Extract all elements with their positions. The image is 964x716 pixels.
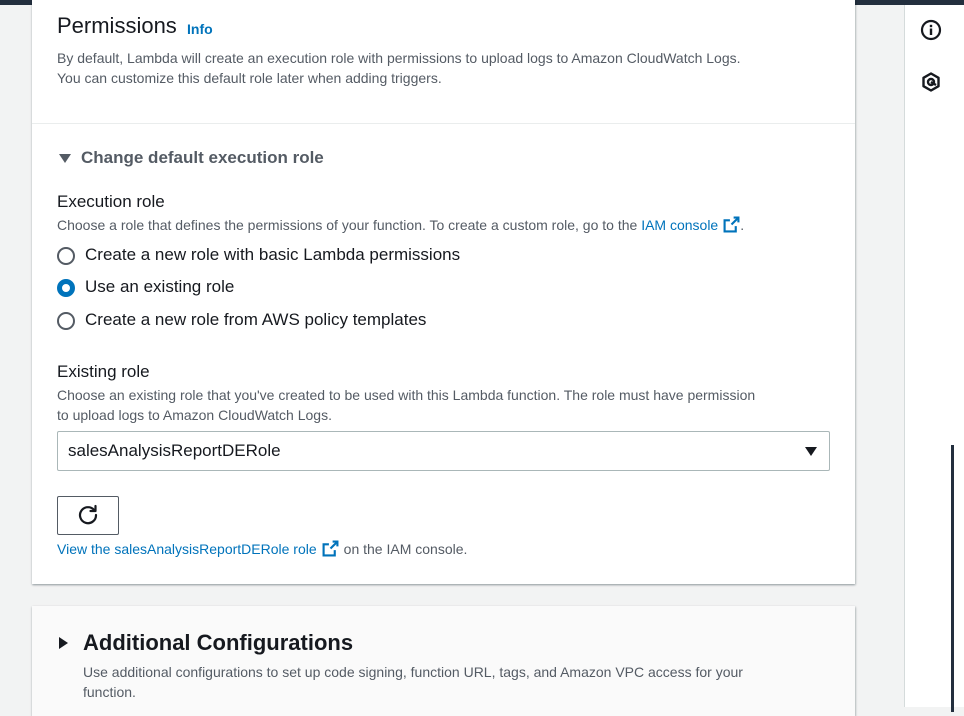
scrollbar-thumb[interactable] [951, 445, 954, 712]
right-help-rail [904, 5, 964, 712]
iam-console-link-text[interactable]: IAM console [641, 217, 718, 233]
permissions-heading: Permissions [57, 13, 177, 38]
radio-label: Use an existing role [85, 277, 235, 296]
refresh-roles-button[interactable] [57, 496, 119, 535]
caret-down-icon [805, 447, 817, 456]
radio-label: Create a new role with basic Lambda perm… [85, 245, 461, 264]
additional-configurations-panel [32, 606, 855, 716]
view-role-link[interactable]: View the salesAnalysisReportDERole role [57, 540, 344, 557]
existing-role-select[interactable]: salesAnalysisReportDERole [57, 431, 830, 471]
execution-role-description-suffix: . [740, 217, 745, 233]
additional-configurations-description-line1: Use additional configurations to set up … [83, 664, 743, 680]
existing-role-select-value: salesAnalysisReportDERole [68, 441, 281, 460]
permissions-description-line2: You can customize this default role late… [57, 70, 442, 86]
section-divider [32, 123, 855, 124]
radio-circle-unchecked[interactable] [57, 312, 75, 330]
expander-label: Change default execution role [81, 148, 324, 167]
additional-configurations-heading[interactable]: Additional Configurations [83, 630, 353, 656]
caret-down-icon [59, 154, 71, 163]
view-role-line: View the salesAnalysisReportDERole role o… [57, 540, 467, 557]
view-role-link-text[interactable]: View the salesAnalysisReportDERole role [57, 541, 317, 557]
external-link-icon [322, 540, 339, 557]
radio-circle-unchecked[interactable] [57, 247, 75, 265]
settings-hexagon-icon[interactable] [919, 70, 943, 94]
radio-circle-checked[interactable] [57, 279, 75, 297]
additional-configurations-description-line2: function. [83, 684, 136, 700]
refresh-icon [78, 504, 98, 525]
existing-role-label: Existing role [57, 362, 150, 381]
info-circle-icon[interactable] [919, 18, 943, 42]
radio-label: Create a new role from AWS policy templa… [85, 310, 427, 329]
info-link[interactable]: Info [187, 21, 213, 37]
existing-role-description-line2: to upload logs to Amazon CloudWatch Logs… [57, 407, 332, 423]
external-link-icon [723, 216, 740, 233]
iam-console-link[interactable]: IAM console [641, 216, 740, 233]
permissions-description-line1: By default, Lambda will create an execut… [57, 50, 741, 66]
execution-role-description-text: Choose a role that defines the permissio… [57, 217, 638, 233]
execution-role-label: Execution role [57, 192, 165, 211]
caret-right-icon[interactable] [59, 637, 68, 649]
execution-role-description: Choose a role that defines the permissio… [57, 215, 744, 235]
existing-role-description-line1: Choose an existing role that you've crea… [57, 387, 756, 403]
view-role-suffix: on the IAM console. [343, 541, 468, 557]
